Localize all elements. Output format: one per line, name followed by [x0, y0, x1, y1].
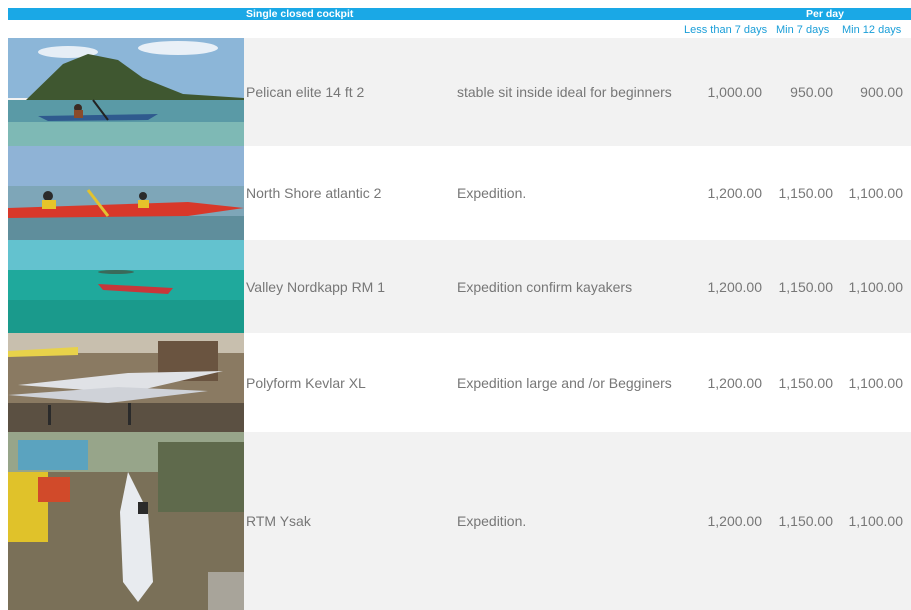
- kayak-description: Expedition.: [457, 513, 527, 529]
- kayak-name: Valley Nordkapp RM 1: [246, 278, 386, 295]
- price-less-than-7-days: 1,200.00: [707, 278, 763, 295]
- kayak-description: Expedition large and /or Begginers: [457, 374, 672, 391]
- price-min-7-days: 1,150.00: [778, 513, 834, 529]
- price-min-7-days: 1,150.00: [778, 278, 834, 295]
- kayak-description: Expedition confirm kayakers: [457, 278, 633, 295]
- price-less-than-7-days: 1,200.00: [707, 513, 763, 529]
- kayak-name: North Shore atlantic 2: [246, 185, 382, 201]
- table-row: Valley Nordkapp RM 1 Expedition confirm …: [8, 240, 911, 333]
- per-day-header: Per day: [806, 8, 844, 20]
- kayak-photo: [8, 432, 244, 610]
- price-min-12-days: 1,100.00: [848, 374, 904, 391]
- price-less-than-7-days: 1,200.00: [707, 185, 763, 201]
- kayak-name: Polyform Kevlar XL: [246, 374, 366, 391]
- kayak-description: stable sit inside ideal for beginners: [457, 84, 672, 100]
- table-row: RTM Ysak Expedition. 1,200.00 1,150.00 1…: [8, 432, 911, 610]
- kayak-photo: [8, 38, 244, 146]
- kayak-photo: [8, 240, 244, 333]
- table-row: Pelican elite 14 ft 2 stable sit inside …: [8, 38, 911, 146]
- table-title: Single closed cockpit: [246, 8, 354, 20]
- price-less-than-7-days: 1,000.00: [707, 84, 763, 100]
- kayak-photo: [8, 146, 244, 240]
- table-row: Polyform Kevlar XL Expedition large and …: [8, 333, 911, 432]
- min-7-days-header: Min 7 days: [776, 24, 830, 36]
- less-than-7-days-header: Less than 7 days: [684, 24, 768, 36]
- price-min-12-days: 1,100.00: [848, 278, 904, 295]
- kayak-name: RTM Ysak: [246, 513, 311, 529]
- price-min-12-days: 1,100.00: [848, 185, 904, 201]
- price-less-than-7-days: 1,200.00: [707, 374, 763, 391]
- price-min-7-days: 950.00: [790, 84, 833, 100]
- price-min-7-days: 1,150.00: [778, 185, 834, 201]
- min-12-days-header: Min 12 days: [842, 24, 902, 36]
- kayak-description: Expedition.: [457, 185, 527, 201]
- price-min-12-days: 900.00: [860, 84, 903, 100]
- table-row: North Shore atlantic 2 Expedition. 1,200…: [8, 146, 911, 240]
- kayak-name: Pelican elite 14 ft 2: [246, 84, 365, 100]
- kayak-photo: [8, 333, 244, 432]
- price-min-12-days: 1,100.00: [848, 513, 904, 529]
- price-min-7-days: 1,150.00: [778, 374, 834, 391]
